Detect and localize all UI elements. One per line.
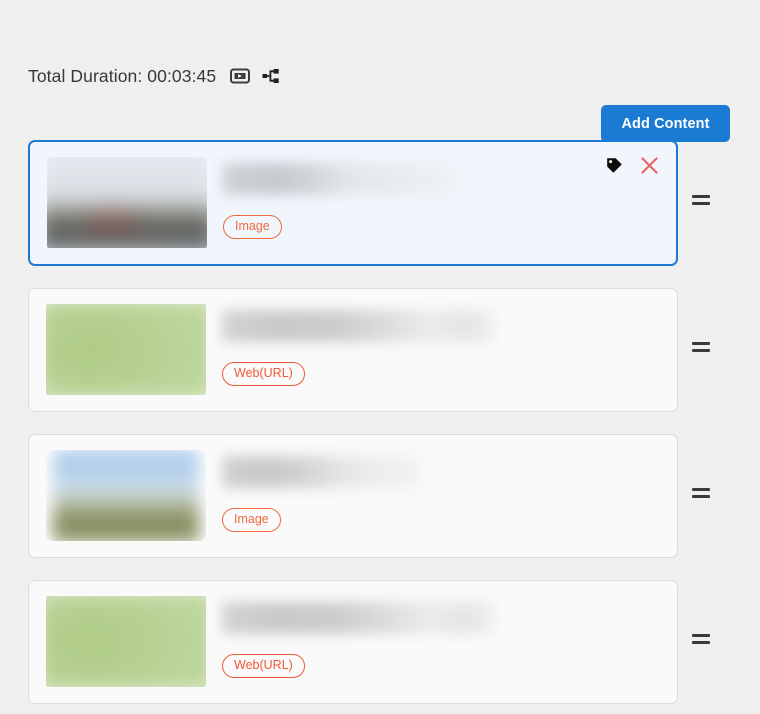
reorder-handle[interactable]: [692, 342, 714, 352]
city-photo-thumbnail: [47, 157, 207, 248]
status-badge: Image: [222, 508, 281, 532]
total-duration-label: Total Duration: 00:03:45: [28, 65, 217, 86]
landscape-photo-thumbnail: [46, 450, 206, 541]
close-icon[interactable]: [640, 156, 659, 175]
content-row: Web(URL): [0, 288, 760, 412]
content-title-redacted: [222, 602, 494, 634]
tag-icon[interactable]: [606, 157, 623, 174]
add-content-button[interactable]: Add Content: [601, 105, 730, 142]
content-card[interactable]: Web(URL): [28, 288, 678, 412]
header-left-group: Total Duration: 00:03:45: [28, 66, 280, 87]
content-list: Image Web(URL) Image Web(URL): [0, 140, 760, 704]
content-card-body: Web(URL): [206, 304, 661, 386]
page-header: Total Duration: 00:03:45 Add Content: [0, 48, 760, 142]
content-row: Web(URL): [0, 580, 760, 704]
status-badge: Image: [223, 215, 282, 239]
green-page-thumbnail: [46, 304, 206, 395]
content-row: Image: [0, 434, 760, 558]
content-card[interactable]: Web(URL): [28, 580, 678, 704]
content-title-redacted: [222, 456, 420, 488]
card-action-group: [606, 156, 659, 175]
reorder-handle[interactable]: [692, 195, 714, 205]
content-title-redacted: [223, 163, 451, 195]
status-badge: Web(URL): [222, 654, 305, 678]
content-card[interactable]: Image: [28, 434, 678, 558]
content-card-body: Image: [207, 157, 660, 239]
content-card-body: Image: [206, 450, 661, 532]
green-page-thumbnail: [46, 596, 206, 687]
reorder-handle[interactable]: [692, 634, 714, 644]
share-nodes-icon[interactable]: [262, 68, 280, 84]
content-title-redacted: [222, 310, 494, 342]
media-player-icon[interactable]: [230, 68, 251, 84]
content-card-selected[interactable]: Image: [28, 140, 678, 266]
reorder-handle[interactable]: [692, 488, 714, 498]
content-row: Image: [0, 140, 760, 266]
header-icon-group: [230, 68, 280, 84]
content-card-body: Web(URL): [206, 596, 661, 678]
status-badge: Web(URL): [222, 362, 305, 386]
